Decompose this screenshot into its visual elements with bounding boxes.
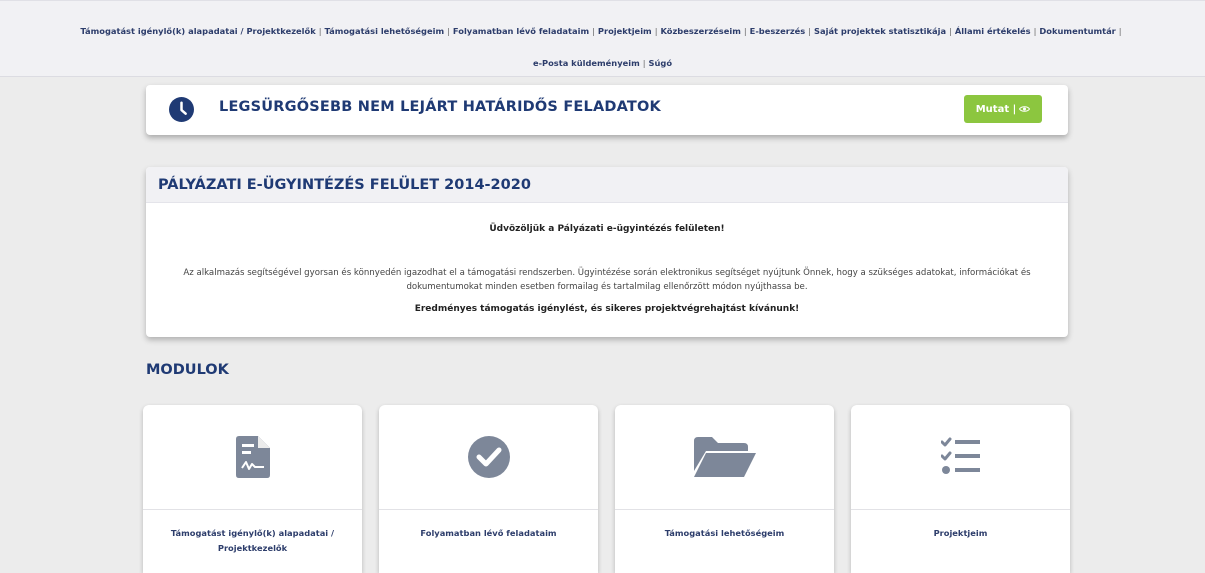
nav-separator: | — [318, 26, 322, 36]
module-card-icon-area — [379, 405, 598, 510]
eye-icon — [1019, 106, 1031, 112]
checklist-icon — [940, 437, 980, 474]
nav-link-e-mail[interactable]: e-Posta küldeményeim — [533, 58, 640, 68]
document-signature-icon — [235, 436, 270, 478]
module-card-funding-options[interactable]: Támogatási lehetőségeim — [615, 405, 834, 573]
nav-separator: | — [743, 26, 747, 36]
modules-title: MODULOK — [146, 362, 229, 378]
nav-separator: | — [447, 26, 450, 36]
nav-link-projects[interactable]: Projektjeim — [598, 26, 652, 36]
panel-title: PÁLYÁZATI E-ÜGYINTÉZÉS FELÜLET 2014-2020 — [146, 167, 1068, 203]
urgent-tasks-title: LEGSÜRGŐSEBB NEM LEJÁRT HATÁRIDŐS FELADA… — [219, 99, 661, 115]
nav-separator: | — [642, 58, 646, 68]
nav-separator: | — [949, 26, 952, 36]
module-card-icon-area — [851, 405, 1070, 510]
top-navigation: Támogatást igénylő(k) alapadatai / Proje… — [0, 0, 1205, 77]
nav-separator: | — [592, 26, 595, 36]
show-button-label: Mutat | — [975, 103, 1017, 115]
module-card-projects[interactable]: Projektjeim — [851, 405, 1070, 573]
folder-open-icon — [693, 437, 756, 477]
module-card-label: Támogatási lehetőségeim — [664, 528, 785, 538]
module-card-icon-area — [615, 405, 834, 510]
nav-separator: | — [1118, 26, 1122, 36]
nav-link-help[interactable]: Súgó — [649, 58, 673, 68]
nav-link-state-evaluation[interactable]: Állami értékelés — [955, 26, 1031, 36]
module-card-label: Folyamatban lévő feladataim — [420, 528, 557, 538]
clock-icon — [169, 97, 194, 122]
nav-link-project-statistics[interactable]: Saját projektek statisztikája — [814, 26, 946, 36]
nav-link-procurements[interactable]: Közbeszerzéseim — [660, 26, 740, 36]
wish-text: Eredményes támogatás igénylést, és siker… — [414, 304, 800, 314]
urgent-tasks-bar: LEGSÜRGŐSEBB NEM LEJÁRT HATÁRIDŐS FELADA… — [146, 85, 1068, 135]
description-text: Az alkalmazás segítségével gyorsan és kö… — [183, 268, 1031, 292]
show-button[interactable]: Mutat | — [964, 95, 1042, 123]
nav-separator: | — [808, 26, 812, 36]
module-card-applicant-data[interactable]: Támogatást igénylő(k) alapadatai / Proje… — [143, 405, 362, 573]
module-card-ongoing-tasks[interactable]: Folyamatban lévő feladataim — [379, 405, 598, 573]
module-card-label: Projektjeim — [933, 528, 988, 538]
module-card-label: Támogatást igénylő(k) alapadatai / Proje… — [170, 528, 335, 553]
nav-link-funding-options[interactable]: Támogatási lehetőségeim — [325, 26, 445, 36]
nav-separator: | — [1033, 26, 1037, 36]
nav-link-ongoing-tasks[interactable]: Folyamatban lévő feladataim — [453, 26, 589, 36]
check-circle-icon — [467, 436, 510, 478]
module-card-icon-area — [143, 405, 362, 510]
nav-link-document-library[interactable]: Dokumentumtár — [1039, 26, 1115, 36]
nav-link-applicant-data[interactable]: Támogatást igénylő(k) alapadatai / Proje… — [80, 26, 315, 36]
nav-row-2: e-Posta küldeményeim | Súgó — [0, 58, 1205, 68]
nav-row-1: Támogatást igénylő(k) alapadatai / Proje… — [0, 26, 1205, 36]
nav-link-e-procurement[interactable]: E-beszerzés — [750, 26, 806, 36]
e-administration-panel: PÁLYÁZATI E-ÜGYINTÉZÉS FELÜLET 2014-2020… — [146, 167, 1068, 337]
welcome-text: Üdvözöljük a Pályázati e-ügyintézés felü… — [489, 224, 725, 234]
nav-separator: | — [654, 26, 658, 36]
